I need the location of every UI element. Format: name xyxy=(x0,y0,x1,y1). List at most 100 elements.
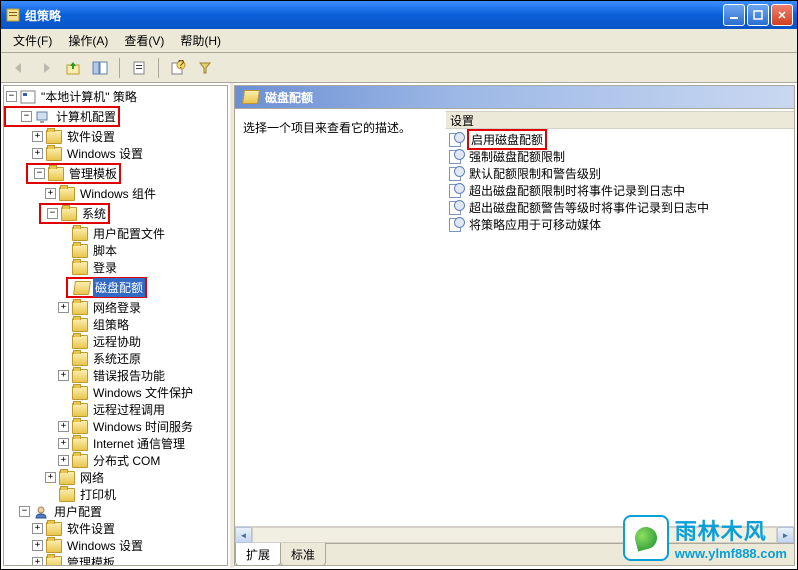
folder-icon xyxy=(46,556,62,567)
folder-icon xyxy=(72,369,88,383)
help-button[interactable]: ? xyxy=(166,56,190,80)
policy-setting-icon xyxy=(449,132,465,147)
menu-bar: 文件(F) 操作(A) 查看(V) 帮助(H) xyxy=(1,29,797,53)
setting-item[interactable]: 默认配额限制和警告级别 xyxy=(445,165,794,182)
watermark-brand: 雨林木风 xyxy=(675,514,787,546)
menu-action[interactable]: 操作(A) xyxy=(60,30,116,51)
folder-icon xyxy=(72,335,88,349)
tree-item[interactable]: +网络 xyxy=(4,469,227,486)
main-area: −"本地计算机" 策略 −计算机配置 +软件设置 +Windows 设置 −管理… xyxy=(1,83,797,568)
scroll-left-arrow[interactable]: ◄ xyxy=(235,527,252,543)
folder-icon xyxy=(59,187,75,201)
app-icon xyxy=(5,7,21,23)
properties-button[interactable] xyxy=(127,56,151,80)
folder-open-icon xyxy=(242,90,260,104)
column-header-setting[interactable]: 设置 xyxy=(445,111,794,129)
tree-item[interactable]: Windows 文件保护 xyxy=(4,384,227,401)
tree-item[interactable]: 脚本 xyxy=(4,242,227,259)
watermark: 雨林木风 www.ylmf888.com xyxy=(623,514,787,561)
tree-item[interactable]: +网络登录 xyxy=(4,299,227,316)
setting-item[interactable]: 强制磁盘配额限制 xyxy=(445,148,794,165)
folder-icon xyxy=(59,471,75,485)
folder-icon xyxy=(72,386,88,400)
tree-item[interactable]: 远程过程调用 xyxy=(4,401,227,418)
policy-setting-icon xyxy=(449,166,465,181)
watermark-logo xyxy=(623,515,669,561)
setting-item[interactable]: 超出磁盘配额限制时将事件记录到日志中 xyxy=(445,182,794,199)
tree-admin-templates[interactable]: −管理模板 xyxy=(28,165,119,182)
tab-extended[interactable]: 扩展 xyxy=(235,543,281,566)
folder-icon xyxy=(46,147,62,161)
svg-text:?: ? xyxy=(178,60,185,71)
tree-item[interactable]: +错误报告功能 xyxy=(4,367,227,384)
user-icon xyxy=(33,505,49,519)
policy-setting-icon xyxy=(449,149,465,164)
watermark-url: www.ylmf888.com xyxy=(675,546,787,561)
folder-icon xyxy=(72,454,88,468)
setting-item-enable[interactable]: 启用磁盘配额 xyxy=(445,131,794,148)
folder-open-icon xyxy=(73,281,91,295)
folder-icon xyxy=(72,244,88,258)
folder-icon xyxy=(46,539,62,553)
content-title: 磁盘配额 xyxy=(265,89,313,106)
policy-setting-icon xyxy=(449,217,465,232)
folder-icon xyxy=(72,261,88,275)
setting-item[interactable]: 超出磁盘配额警告等级时将事件记录到日志中 xyxy=(445,199,794,216)
tree-item[interactable]: +Windows 时间服务 xyxy=(4,418,227,435)
policy-setting-icon xyxy=(449,200,465,215)
folder-icon xyxy=(72,403,88,417)
up-button[interactable] xyxy=(61,56,85,80)
tree-item[interactable]: +软件设置 xyxy=(4,128,227,145)
show-hide-tree-button[interactable] xyxy=(88,56,112,80)
menu-help[interactable]: 帮助(H) xyxy=(172,30,229,51)
maximize-button[interactable] xyxy=(747,4,769,26)
menu-view[interactable]: 查看(V) xyxy=(116,30,172,51)
tree-system[interactable]: −系统 xyxy=(41,205,108,222)
window-title: 组策略 xyxy=(25,7,723,24)
tree-item[interactable]: 打印机 xyxy=(4,486,227,503)
tree-computer-config[interactable]: −计算机配置 xyxy=(6,108,118,125)
minimize-button[interactable] xyxy=(723,4,745,26)
tree-item[interactable]: +Windows 设置 xyxy=(4,145,227,162)
tree-item[interactable]: +软件设置 xyxy=(4,520,227,537)
close-button[interactable]: ✕ xyxy=(771,4,793,26)
toolbar: ? xyxy=(1,53,797,83)
folder-icon xyxy=(72,352,88,366)
tree-user-config[interactable]: −用户配置 xyxy=(4,503,227,520)
folder-icon xyxy=(72,318,88,332)
tab-standard[interactable]: 标准 xyxy=(280,543,326,566)
tree-item[interactable]: +Windows 组件 xyxy=(4,185,227,202)
folder-icon xyxy=(72,301,88,315)
computer-icon xyxy=(35,110,51,124)
folder-icon xyxy=(72,437,88,451)
tree-item[interactable]: +分布式 COM xyxy=(4,452,227,469)
filter-button[interactable] xyxy=(193,56,217,80)
folder-icon xyxy=(46,130,62,144)
tree-item[interactable]: 组策略 xyxy=(4,316,227,333)
policy-icon xyxy=(20,90,36,104)
tree-pane[interactable]: −"本地计算机" 策略 −计算机配置 +软件设置 +Windows 设置 −管理… xyxy=(3,85,228,566)
tree-item[interactable]: 登录 xyxy=(4,259,227,276)
tree-root[interactable]: −"本地计算机" 策略 xyxy=(4,88,227,105)
tree-item[interactable]: +管理模板 xyxy=(4,554,227,566)
settings-list: 设置 启用磁盘配额 强制磁盘配额限制 默认配额限制和警告级别 超出磁盘配额限制时… xyxy=(445,109,794,526)
folder-icon xyxy=(59,488,75,502)
setting-item[interactable]: 将策略应用于可移动媒体 xyxy=(445,216,794,233)
content-header: 磁盘配额 xyxy=(235,86,794,109)
tree-item[interactable]: 远程协助 xyxy=(4,333,227,350)
tree-item[interactable]: +Internet 通信管理 xyxy=(4,435,227,452)
tree-disk-quota[interactable]: 磁盘配额 xyxy=(68,279,145,296)
folder-icon xyxy=(72,420,88,434)
folder-icon xyxy=(48,167,64,181)
menu-file[interactable]: 文件(F) xyxy=(5,30,60,51)
folder-icon xyxy=(46,522,62,536)
tree-item[interactable]: 用户配置文件 xyxy=(4,225,227,242)
folder-icon xyxy=(72,227,88,241)
tree-item[interactable]: 系统还原 xyxy=(4,350,227,367)
forward-button xyxy=(34,56,58,80)
folder-icon xyxy=(61,207,77,221)
title-bar: 组策略 ✕ xyxy=(1,1,797,29)
back-button xyxy=(7,56,31,80)
tree-item[interactable]: +Windows 设置 xyxy=(4,537,227,554)
description-pane: 选择一个项目来查看它的描述。 xyxy=(235,109,445,526)
